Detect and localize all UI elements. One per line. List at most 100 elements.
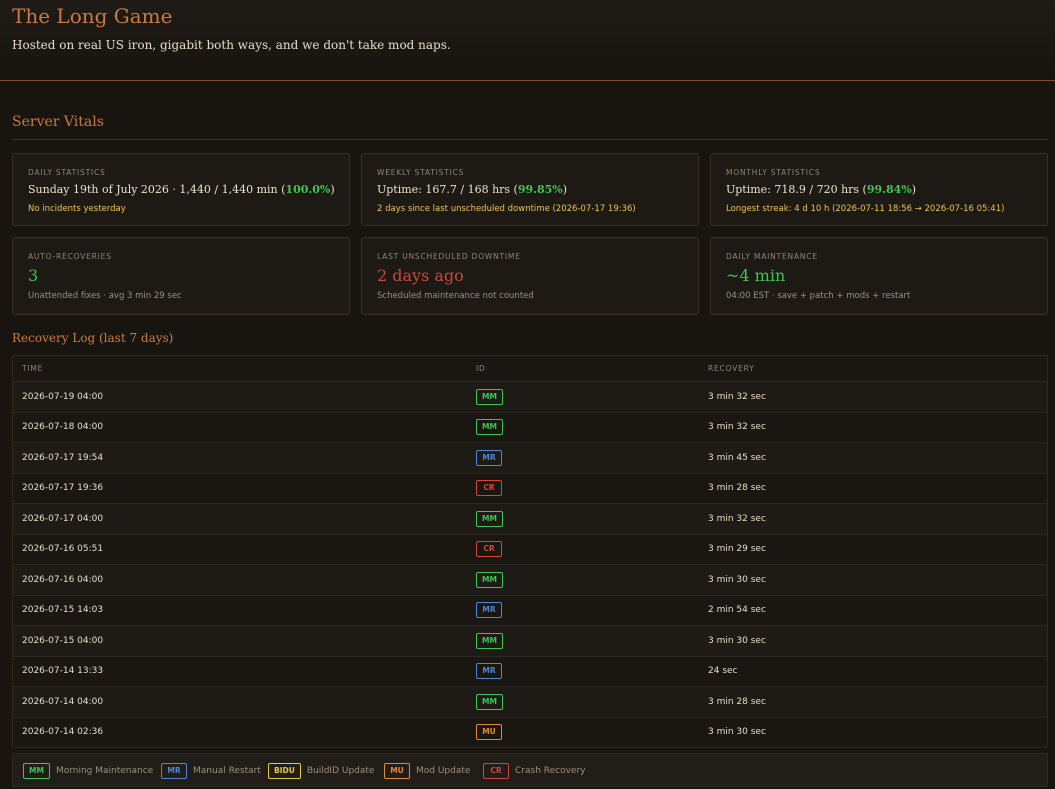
legend-badge: MR: [161, 763, 187, 779]
site-title: The Long Game: [12, 4, 173, 28]
recovery-log-title: Recovery Log (last 7 days): [12, 331, 174, 345]
card-label: Auto-Recoveries: [28, 252, 112, 261]
legend-label: BuildID Update: [306, 766, 375, 776]
table-row: 2026-07-15 04:00 MM 3 min 30 sec: [13, 625, 1047, 657]
row-id: MR: [467, 442, 699, 474]
auto-recoveries-note: Unattended fixes · avg 3 min 29 sec: [28, 291, 182, 301]
site-tagline: Hosted on real US iron, gigabit both way…: [12, 38, 451, 52]
card-label: Last Unscheduled Downtime: [377, 252, 521, 261]
daily-uptime-percent: 100.0%: [285, 183, 331, 196]
monthly-statistics-card: Monthly Statistics Uptime: 718.9 / 720 h…: [710, 153, 1048, 226]
monthly-uptime-percent: 99.84%: [866, 183, 912, 196]
row-recovery: 3 min 28 sec: [699, 473, 1047, 504]
row-id: MM: [467, 381, 699, 413]
legend-item-mm: MM Morning Maintenance: [23, 763, 153, 779]
row-recovery: 3 min 32 sec: [699, 381, 1047, 413]
table-row: 2026-07-17 19:36 CR 3 min 28 sec: [13, 473, 1047, 504]
card-label: Daily Statistics: [28, 168, 106, 177]
auto-recoveries-card: Auto-Recoveries 3 Unattended fixes · avg…: [12, 237, 350, 315]
recovery-log-table: TIME ID RECOVERY 2026-07-19 04:00 MM 3 min…: [12, 355, 1048, 748]
row-time: 2026-07-16 05:51: [13, 534, 467, 565]
card-label: Weekly Statistics: [377, 168, 465, 177]
weekly-uptime-percent: 99.85%: [517, 183, 563, 196]
row-id: MM: [467, 625, 699, 657]
table-row: 2026-07-17 04:00 MM 3 min 32 sec: [13, 503, 1047, 535]
card-label: Daily Maintenance: [726, 252, 818, 261]
row-recovery: 3 min 32 sec: [699, 412, 1047, 443]
table-row: 2026-07-14 04:00 MM 3 min 28 sec: [13, 686, 1047, 718]
column-header-recovery: RECOVERY: [699, 356, 1047, 382]
daily-note: No incidents yesterday: [28, 204, 126, 214]
row-time: 2026-07-15 14:03: [13, 595, 467, 626]
legend-label: Mod Update: [416, 766, 471, 776]
row-time: 2026-07-14 02:36: [13, 717, 467, 748]
legend-label: Morning Maintenance: [55, 766, 154, 776]
recovery-type-badge: MM: [476, 388, 503, 405]
row-time: 2026-07-17 19:54: [13, 442, 467, 474]
section-divider: [12, 139, 1048, 140]
legend-badge: BIDU: [268, 763, 301, 779]
recovery-type-badge: MU: [476, 724, 502, 741]
monthly-note: Longest streak: 4 d 10 h (2026-07-11 18:…: [726, 204, 1005, 214]
maintenance-duration: ~4 min: [726, 266, 786, 285]
column-header-id: ID: [467, 356, 699, 382]
weekly-statistics-card: Weekly Statistics Uptime: 167.7 / 168 hr…: [361, 153, 699, 226]
recovery-type-badge: MR: [476, 449, 502, 466]
row-time: 2026-07-17 04:00: [13, 503, 467, 535]
recovery-type-badge: MM: [476, 571, 503, 588]
row-id: MR: [467, 595, 699, 626]
daily-statistics-card: Daily Statistics Sunday 19th of July 202…: [12, 153, 350, 226]
row-recovery: 24 sec: [699, 656, 1047, 687]
row-id: MM: [467, 686, 699, 718]
row-recovery: 2 min 54 sec: [699, 595, 1047, 626]
legend-badge: MM: [23, 763, 50, 779]
last-downtime-note: Scheduled maintenance not counted: [377, 291, 534, 301]
row-recovery: 3 min 32 sec: [699, 503, 1047, 535]
row-time: 2026-07-14 13:33: [13, 656, 467, 687]
recovery-type-badge: CR: [476, 541, 502, 558]
legend-label: Crash Recovery: [515, 766, 586, 776]
row-id: CR: [467, 473, 699, 504]
weekly-uptime: Uptime: 167.7 / 168 hrs (99.85%): [377, 183, 568, 196]
table-row: 2026-07-16 05:51 CR 3 min 29 sec: [13, 534, 1047, 565]
recovery-type-badge: MM: [476, 693, 503, 710]
row-recovery: 3 min 28 sec: [699, 686, 1047, 718]
row-time: 2026-07-17 19:36: [13, 473, 467, 504]
legend: MM Morning Maintenance MR Manual Restart…: [12, 753, 1048, 787]
recovery-type-badge: MM: [476, 419, 503, 436]
table-row: 2026-07-14 13:33 MR 24 sec: [13, 656, 1047, 687]
monthly-uptime: Uptime: 718.9 / 720 hrs (99.84%): [726, 183, 917, 196]
recovery-type-badge: CR: [476, 480, 502, 497]
recovery-log-body: 2026-07-19 04:00 MM 3 min 32 sec 2026-07-18…: [13, 381, 1047, 748]
recovery-type-badge: MM: [476, 632, 503, 649]
row-recovery: 3 min 30 sec: [699, 625, 1047, 657]
legend-item-mu: MU Mod Update: [384, 763, 470, 779]
row-time: 2026-07-19 04:00: [13, 381, 467, 413]
row-id: CR: [467, 534, 699, 565]
row-recovery: 3 min 30 sec: [699, 717, 1047, 748]
row-recovery: 3 min 30 sec: [699, 564, 1047, 596]
row-id: MM: [467, 503, 699, 535]
card-label: Monthly Statistics: [726, 168, 821, 177]
table-row: 2026-07-14 02:36 MU 3 min 30 sec: [13, 717, 1047, 748]
recovery-type-badge: MR: [476, 602, 502, 619]
daily-uptime: Sunday 19th of July 2026 · 1,440 / 1,440…: [28, 183, 335, 196]
last-downtime-card: Last Unscheduled Downtime 2 days ago Sch…: [361, 237, 699, 315]
legend-badge: MU: [384, 763, 410, 779]
legend-item-bidu: BIDU BuildID Update: [268, 763, 374, 779]
maintenance-note: 04:00 EST · save + patch + mods + restar…: [726, 291, 911, 301]
table-row: 2026-07-18 04:00 MM 3 min 32 sec: [13, 412, 1047, 443]
site-header: The Long Game Hosted on real US iron, gi…: [0, 0, 1055, 81]
row-id: MM: [467, 412, 699, 443]
table-row: 2026-07-15 14:03 MR 2 min 54 sec: [13, 595, 1047, 626]
row-time: 2026-07-14 04:00: [13, 686, 467, 718]
legend-item-cr: CR Crash Recovery: [483, 763, 585, 779]
legend-label: Manual Restart: [193, 766, 261, 776]
row-time: 2026-07-16 04:00: [13, 564, 467, 596]
weekly-note: 2 days since last unscheduled downtime (…: [377, 204, 636, 214]
recovery-type-badge: MM: [476, 510, 503, 527]
server-vitals-title: Server Vitals: [12, 114, 104, 130]
table-row: 2026-07-16 04:00 MM 3 min 30 sec: [13, 564, 1047, 596]
row-id: MR: [467, 656, 699, 687]
column-header-time: TIME: [13, 356, 467, 382]
